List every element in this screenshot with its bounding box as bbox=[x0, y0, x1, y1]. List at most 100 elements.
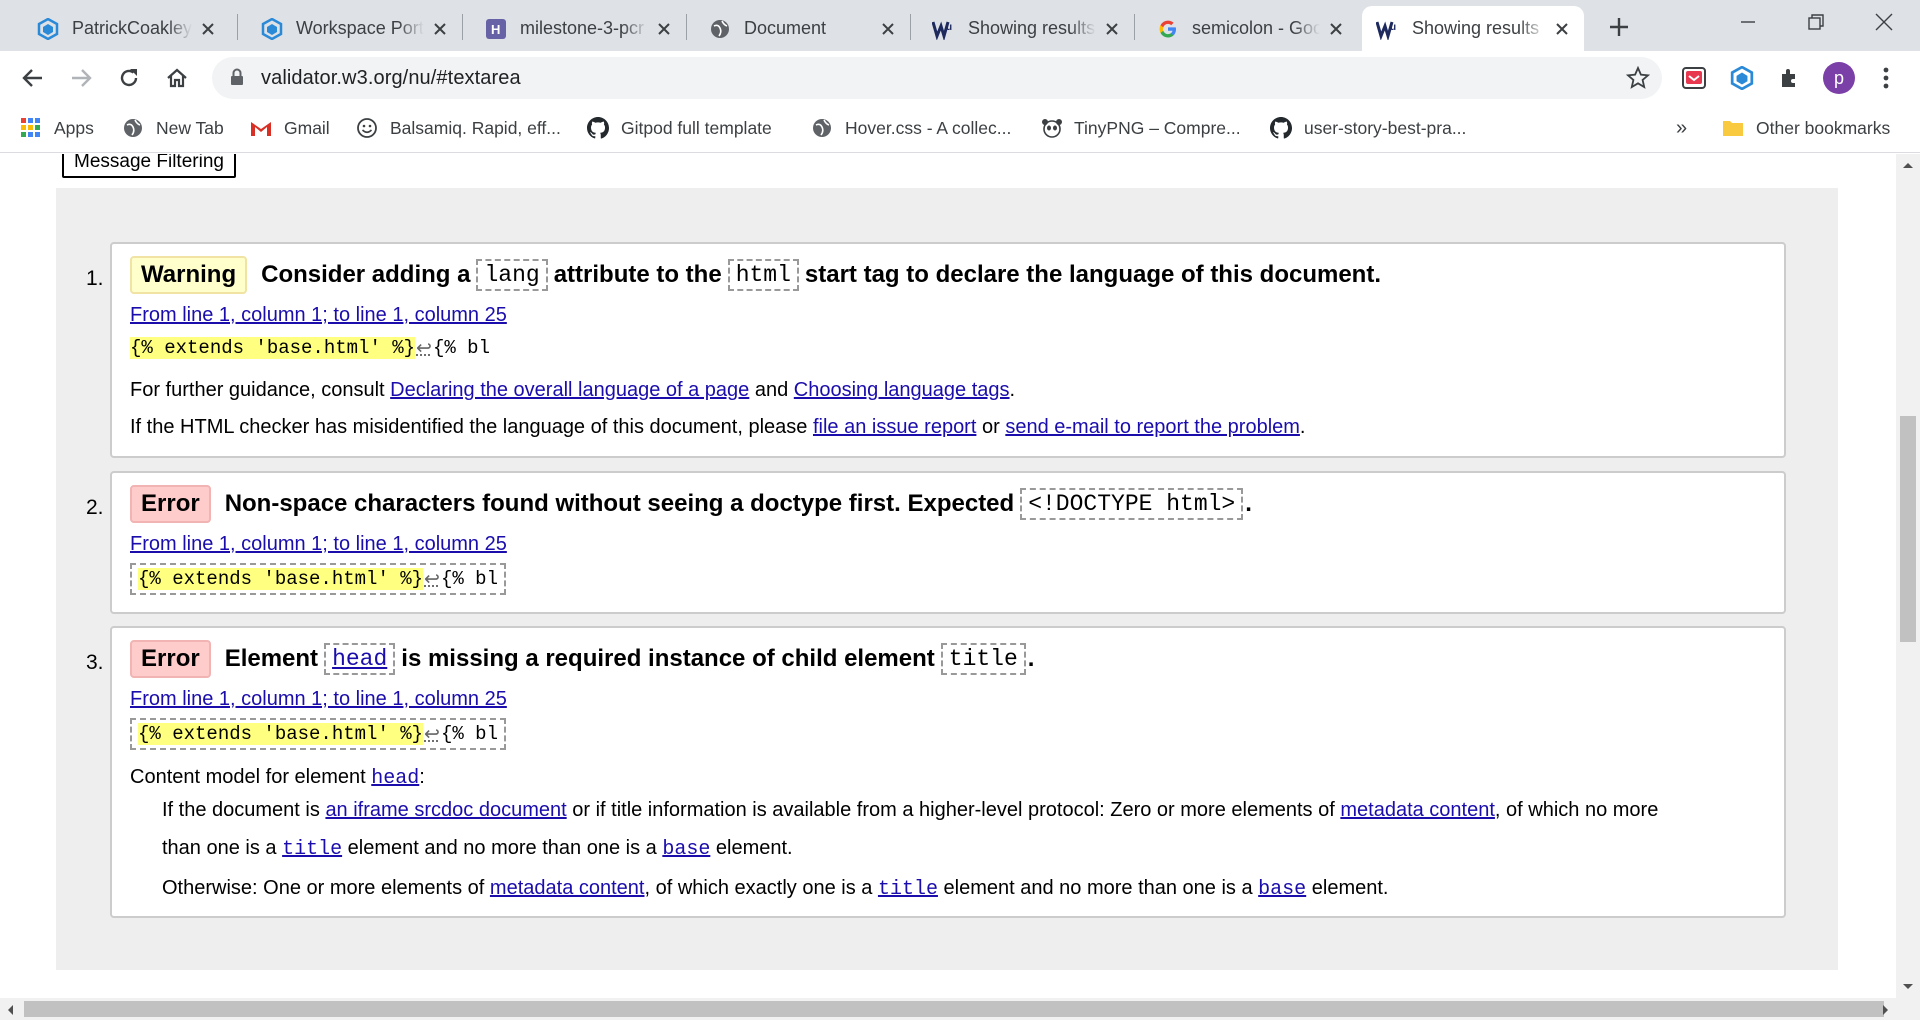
profile-avatar[interactable]: p bbox=[1823, 62, 1855, 94]
tab-title: Showing results bbox=[968, 18, 1096, 38]
close-icon[interactable] bbox=[430, 19, 450, 39]
bookmark-label: Balsamiq. Rapid, eff... bbox=[390, 117, 561, 138]
other-bookmarks[interactable]: Other bookmarks bbox=[1722, 114, 1890, 142]
bookmark-tinypng[interactable]: TinyPNG – Compre... bbox=[1040, 114, 1241, 142]
back-button[interactable] bbox=[13, 58, 53, 98]
error-badge: Error bbox=[130, 485, 211, 523]
base-element-link[interactable]: base bbox=[662, 838, 710, 861]
extension-pocket-icon[interactable] bbox=[1677, 61, 1711, 95]
folder-icon bbox=[1722, 117, 1744, 139]
misid-or: or bbox=[981, 416, 1000, 438]
scroll-left-arrow-icon[interactable] bbox=[4, 1003, 16, 1022]
close-icon[interactable] bbox=[1102, 19, 1122, 39]
metadata-content-link[interactable]: metadata content bbox=[1340, 799, 1495, 821]
bookmark-balsamiq[interactable]: Balsamiq. Rapid, eff... bbox=[356, 114, 561, 142]
extract-highlight: {% extends 'base.html' %} bbox=[138, 568, 424, 590]
guidance-text: For further guidance, consult Declaring … bbox=[130, 379, 1015, 402]
warning-badge: Warning bbox=[130, 256, 248, 294]
home-button[interactable] bbox=[157, 58, 197, 98]
close-icon[interactable] bbox=[654, 19, 674, 39]
cm-text: , of which no more bbox=[1494, 799, 1659, 821]
scroll-down-arrow-icon[interactable] bbox=[1900, 980, 1916, 998]
bookmark-new-tab[interactable]: New Tab bbox=[122, 114, 224, 142]
code-html: html bbox=[727, 259, 799, 291]
w3c-validator-icon: u bbox=[1376, 17, 1400, 41]
tab-4[interactable]: Document bbox=[694, 6, 910, 51]
message-text: start tag to declare the language of thi… bbox=[804, 261, 1381, 288]
content-model-colon: : bbox=[419, 766, 425, 788]
location-link[interactable]: From line 1, column 1; to line 1, column… bbox=[130, 688, 507, 711]
message-number: 3. bbox=[86, 651, 104, 674]
title-element-link[interactable]: title bbox=[282, 838, 342, 861]
google-icon bbox=[1156, 17, 1180, 41]
svg-text:u: u bbox=[946, 22, 952, 33]
bookmark-label: Apps bbox=[54, 117, 94, 138]
declaring-language-link[interactable]: Declaring the overall language of a page bbox=[390, 379, 749, 401]
extract-rest: {% bl bbox=[432, 337, 490, 359]
tab-1[interactable]: PatrickCoakley2 bbox=[22, 6, 230, 51]
tab-3[interactable]: H milestone-3-pcr bbox=[470, 6, 686, 51]
code-doctype: <!DOCTYPE html> bbox=[1020, 488, 1244, 520]
vertical-scrollbar-thumb[interactable] bbox=[1900, 416, 1916, 642]
menu-kebab-icon[interactable] bbox=[1869, 61, 1903, 95]
choosing-language-tags-link[interactable]: Choosing language tags bbox=[794, 379, 1010, 401]
lock-icon bbox=[230, 68, 244, 91]
reload-button[interactable] bbox=[109, 58, 149, 98]
close-window-button[interactable] bbox=[1850, 0, 1918, 44]
source-extract: {% extends 'base.html' %} ↩ {% bl bbox=[130, 332, 490, 364]
cm-text: or if title information is available fro… bbox=[572, 799, 1335, 821]
content-model-line-3: Otherwise: One or more elements of metad… bbox=[162, 877, 1388, 901]
file-issue-report-link[interactable]: file an issue report bbox=[813, 416, 976, 438]
bookmark-apps[interactable]: Apps bbox=[20, 114, 94, 142]
tab-5[interactable]: u Showing results bbox=[918, 6, 1134, 51]
cm-text: element and no more than one is a bbox=[943, 877, 1253, 899]
restore-button[interactable] bbox=[1782, 0, 1850, 44]
bookmark-star-icon[interactable] bbox=[1625, 65, 1651, 95]
message-item-error: Error Element head is missing a required… bbox=[110, 626, 1786, 918]
close-icon[interactable] bbox=[198, 19, 218, 39]
bookmarks-overflow-button[interactable]: » bbox=[1676, 114, 1687, 142]
code-lang: lang bbox=[476, 259, 548, 291]
close-icon[interactable] bbox=[1552, 19, 1572, 39]
scroll-up-arrow-icon[interactable] bbox=[1900, 158, 1916, 176]
message-filtering-button[interactable]: Message Filtering bbox=[62, 154, 236, 178]
iframe-srcdoc-link[interactable]: an iframe srcdoc document bbox=[325, 799, 566, 821]
tab-2[interactable]: Workspace Port bbox=[246, 6, 462, 51]
tab-7-active[interactable]: u Showing results bbox=[1362, 6, 1584, 51]
github-icon bbox=[1270, 117, 1292, 139]
horizontal-scrollbar-thumb[interactable] bbox=[24, 1001, 1884, 1017]
message-heading: Error Element head is missing a required… bbox=[130, 640, 1034, 678]
location-link[interactable]: From line 1, column 1; to line 1, column… bbox=[130, 304, 507, 327]
bookmark-user-story[interactable]: user-story-best-pra... bbox=[1270, 114, 1466, 142]
tab-title: milestone-3-pcr bbox=[520, 18, 645, 38]
content-model-prefix: Content model for element bbox=[130, 766, 366, 788]
guidance-and: and bbox=[754, 379, 789, 401]
extensions-puzzle-icon[interactable] bbox=[1773, 61, 1807, 95]
bookmark-hover-css[interactable]: Hover.css - A collec... bbox=[811, 114, 1011, 142]
forward-button[interactable] bbox=[61, 58, 101, 98]
head-element-link[interactable]: head bbox=[371, 767, 419, 790]
extract-highlight: {% extends 'base.html' %} bbox=[138, 723, 424, 745]
base-element-link[interactable]: base bbox=[1258, 878, 1306, 901]
send-email-link[interactable]: send e-mail to report the problem bbox=[1005, 416, 1300, 438]
location-link[interactable]: From line 1, column 1; to line 1, column… bbox=[130, 533, 507, 556]
tab-6[interactable]: semicolon - Goo bbox=[1142, 6, 1358, 51]
bookmark-gmail[interactable]: Gmail bbox=[250, 114, 330, 142]
tab-title: PatrickCoakley2 bbox=[72, 18, 192, 38]
line-feed-glyph: ↩ bbox=[424, 723, 440, 746]
scroll-right-arrow-icon[interactable] bbox=[1880, 1003, 1892, 1022]
cm-text: , of which exactly one is a bbox=[644, 877, 873, 899]
close-icon[interactable] bbox=[1326, 19, 1346, 39]
bookmark-gitpod-template[interactable]: Gitpod full template bbox=[587, 114, 772, 142]
code-head-link[interactable]: head bbox=[324, 643, 396, 675]
minimize-button[interactable] bbox=[1714, 0, 1782, 44]
tab-title: Document bbox=[744, 18, 827, 38]
address-bar[interactable]: validator.w3.org/nu/#textarea bbox=[212, 57, 1662, 99]
metadata-content-link[interactable]: metadata content bbox=[490, 877, 645, 899]
message-item-warning: Warning Consider adding a lang attribute… bbox=[110, 242, 1786, 458]
close-icon[interactable] bbox=[878, 19, 898, 39]
title-element-link[interactable]: title bbox=[878, 878, 938, 901]
other-bookmarks-label: Other bookmarks bbox=[1756, 117, 1891, 138]
new-tab-button[interactable] bbox=[1602, 10, 1636, 44]
extension-gitpod-icon[interactable] bbox=[1725, 61, 1759, 95]
